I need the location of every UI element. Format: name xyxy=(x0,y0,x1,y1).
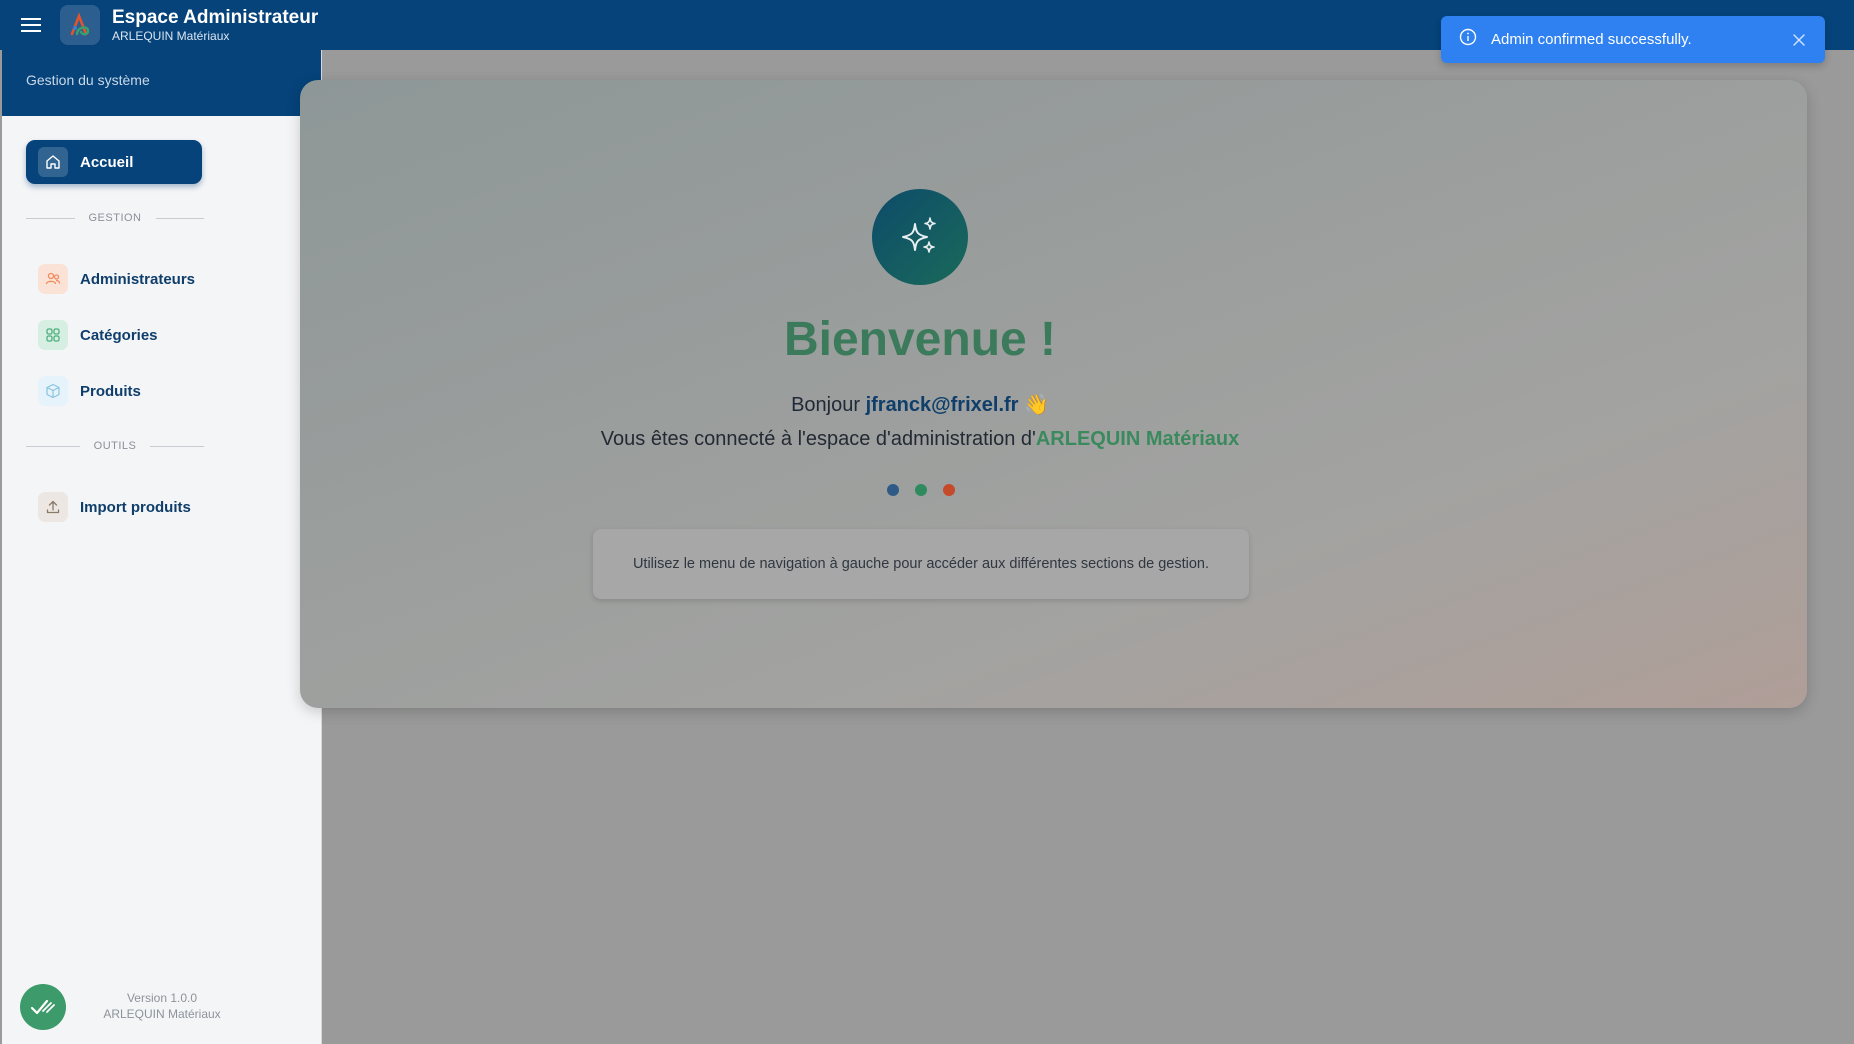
sparkles-icon xyxy=(872,189,968,285)
info-icon xyxy=(1459,28,1477,51)
sidebar-item-label: Import produits xyxy=(80,498,191,516)
toast-notification: Admin confirmed successfully. xyxy=(1441,16,1825,63)
sidebar-footer: Version 1.0.0 ARLEQUIN Matériaux xyxy=(2,974,322,1044)
sidebar: Gestion du système Accueil GESTION Admin… xyxy=(2,50,322,1044)
sidebar-item-categories[interactable]: Catégories xyxy=(38,318,158,352)
welcome-title: Bienvenue ! xyxy=(783,313,1057,366)
sidebar-item-label: Produits xyxy=(80,382,141,400)
section-label-outils: OUTILS xyxy=(26,440,205,452)
sidebar-item-label: Accueil xyxy=(80,153,134,171)
upload-icon xyxy=(38,492,68,522)
greeting-prefix: Bonjour xyxy=(791,394,866,416)
check-badge-icon xyxy=(20,984,66,1030)
toast-message: Admin confirmed successfully. xyxy=(1491,31,1692,48)
connected-prefix: Vous êtes connecté à l'espace d'administ… xyxy=(600,428,1036,450)
decor-dot-blue xyxy=(887,484,899,496)
sidebar-item-produits[interactable]: Produits xyxy=(38,374,141,408)
sidebar-item-administrateurs[interactable]: Administrateurs xyxy=(38,262,195,296)
arlequin-logo-icon[interactable] xyxy=(60,5,100,45)
wave-emoji: 👋 xyxy=(1024,394,1049,416)
decor-dot-green xyxy=(915,484,927,496)
brand: Espace Administrateur ARLEQUIN Matériaux xyxy=(112,7,318,44)
version-label: Version 1.0.0 xyxy=(126,991,198,1005)
sidebar-heading: Gestion du système xyxy=(2,50,321,116)
info-box: Utilisez le menu de navigation à gauche … xyxy=(593,529,1249,599)
connected-message: Vous êtes connecté à l'espace d'administ… xyxy=(470,428,1370,451)
sidebar-item-import-produits[interactable]: Import produits xyxy=(38,490,191,524)
grid-icon xyxy=(38,320,68,350)
version-info: Version 1.0.0 ARLEQUIN Matériaux xyxy=(62,990,262,1022)
section-label-gestion: GESTION xyxy=(26,212,205,224)
info-text: Utilisez le menu de navigation à gauche … xyxy=(632,556,1210,572)
footer-company: ARLEQUIN Matériaux xyxy=(103,1007,221,1021)
box-icon xyxy=(38,376,68,406)
close-icon[interactable] xyxy=(1781,22,1817,58)
sidebar-item-label: Catégories xyxy=(80,326,158,344)
sidebar-item-accueil[interactable]: Accueil xyxy=(26,140,202,184)
company-name: ARLEQUIN Matériaux xyxy=(1035,428,1240,450)
hamburger-menu-icon[interactable] xyxy=(16,10,46,40)
users-icon xyxy=(38,264,68,294)
greeting: Bonjour jfranck@frixel.fr 👋 xyxy=(520,392,1320,417)
user-email: jfranck@frixel.fr xyxy=(865,394,1019,416)
app-subtitle: ARLEQUIN Matériaux xyxy=(112,28,230,43)
app-title: Espace Administrateur xyxy=(112,6,319,28)
home-icon xyxy=(38,147,68,177)
decor-dot-red xyxy=(943,484,955,496)
sidebar-item-label: Administrateurs xyxy=(80,270,196,288)
